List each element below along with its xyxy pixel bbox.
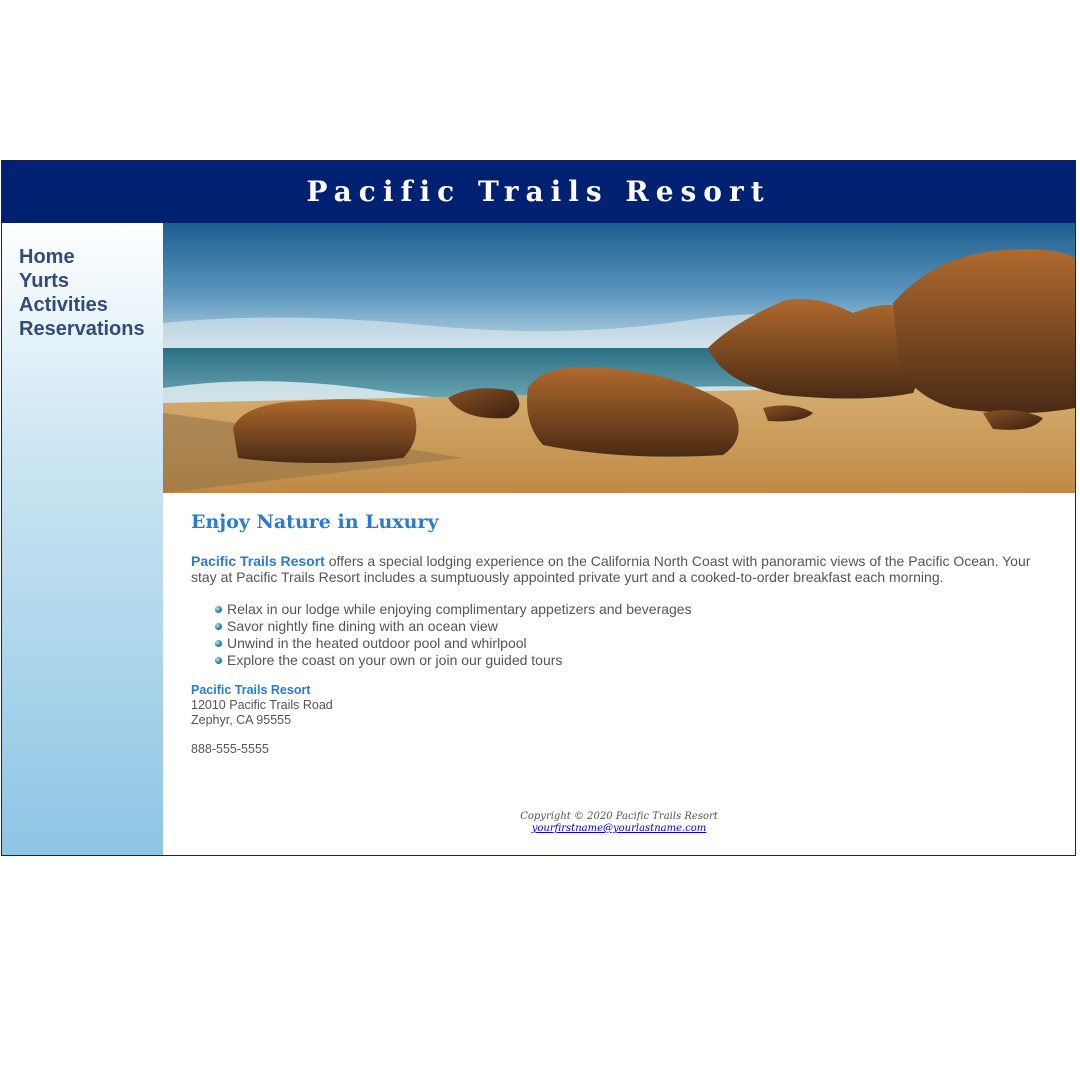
intro-brand: Pacific Trails Resort xyxy=(191,553,325,569)
main-content: Enjoy Nature in Luxury Pacific Trails Re… xyxy=(163,223,1075,855)
list-item: Explore the coast on your own or join ou… xyxy=(215,652,1047,669)
copyright-text: Copyright © 2020 Pacific Trails Resort xyxy=(520,811,718,822)
list-item: Savor nightly fine dining with an ocean … xyxy=(215,618,1047,635)
feature-text: Unwind in the heated outdoor pool and wh… xyxy=(227,635,527,651)
list-item: Relax in our lodge while enjoying compli… xyxy=(215,601,1047,618)
main-nav: Home Yurts Activities Reservations xyxy=(2,223,163,855)
bullet-icon xyxy=(215,657,222,664)
intro-paragraph: Pacific Trails Resort offers a special l… xyxy=(191,553,1047,585)
content-area: Enjoy Nature in Luxury Pacific Trails Re… xyxy=(163,493,1075,757)
hero-image xyxy=(163,223,1075,493)
address-city: Zephyr, CA 95555 xyxy=(191,713,292,727)
nav-item-reservations[interactable]: Reservations xyxy=(19,317,163,341)
feature-text: Savor nightly fine dining with an ocean … xyxy=(227,618,498,634)
feature-list: Relax in our lodge while enjoying compli… xyxy=(191,601,1047,669)
phone-number: 888-555-5555 xyxy=(191,742,269,756)
list-item: Unwind in the heated outdoor pool and wh… xyxy=(215,635,1047,652)
feature-text: Relax in our lodge while enjoying compli… xyxy=(227,601,692,617)
bullet-icon xyxy=(215,606,222,613)
site-title: Pacific Trails Resort xyxy=(306,175,771,208)
bullet-icon xyxy=(215,640,222,647)
nav-list: Home Yurts Activities Reservations xyxy=(19,245,163,341)
email-link[interactable]: yourfirstname@yourlastname.com xyxy=(532,823,707,834)
address-name: Pacific Trails Resort xyxy=(191,683,311,697)
address-block: Pacific Trails Resort 12010 Pacific Trai… xyxy=(191,683,1047,728)
site-header: Pacific Trails Resort xyxy=(2,161,1075,223)
nav-item-home[interactable]: Home xyxy=(19,245,163,269)
bullet-icon xyxy=(215,623,222,630)
body-row: Home Yurts Activities Reservations Enjoy… xyxy=(2,223,1075,855)
feature-text: Explore the coast on your own or join ou… xyxy=(227,652,563,668)
site-footer: Copyright © 2020 Pacific Trails Resort y… xyxy=(163,811,1075,835)
nav-item-yurts[interactable]: Yurts xyxy=(19,269,163,293)
address-street: 12010 Pacific Trails Road xyxy=(191,698,333,712)
section-heading: Enjoy Nature in Luxury xyxy=(191,511,439,533)
nav-item-activities[interactable]: Activities xyxy=(19,293,163,317)
page-wrapper: Pacific Trails Resort Home Yurts Activit… xyxy=(1,160,1076,856)
